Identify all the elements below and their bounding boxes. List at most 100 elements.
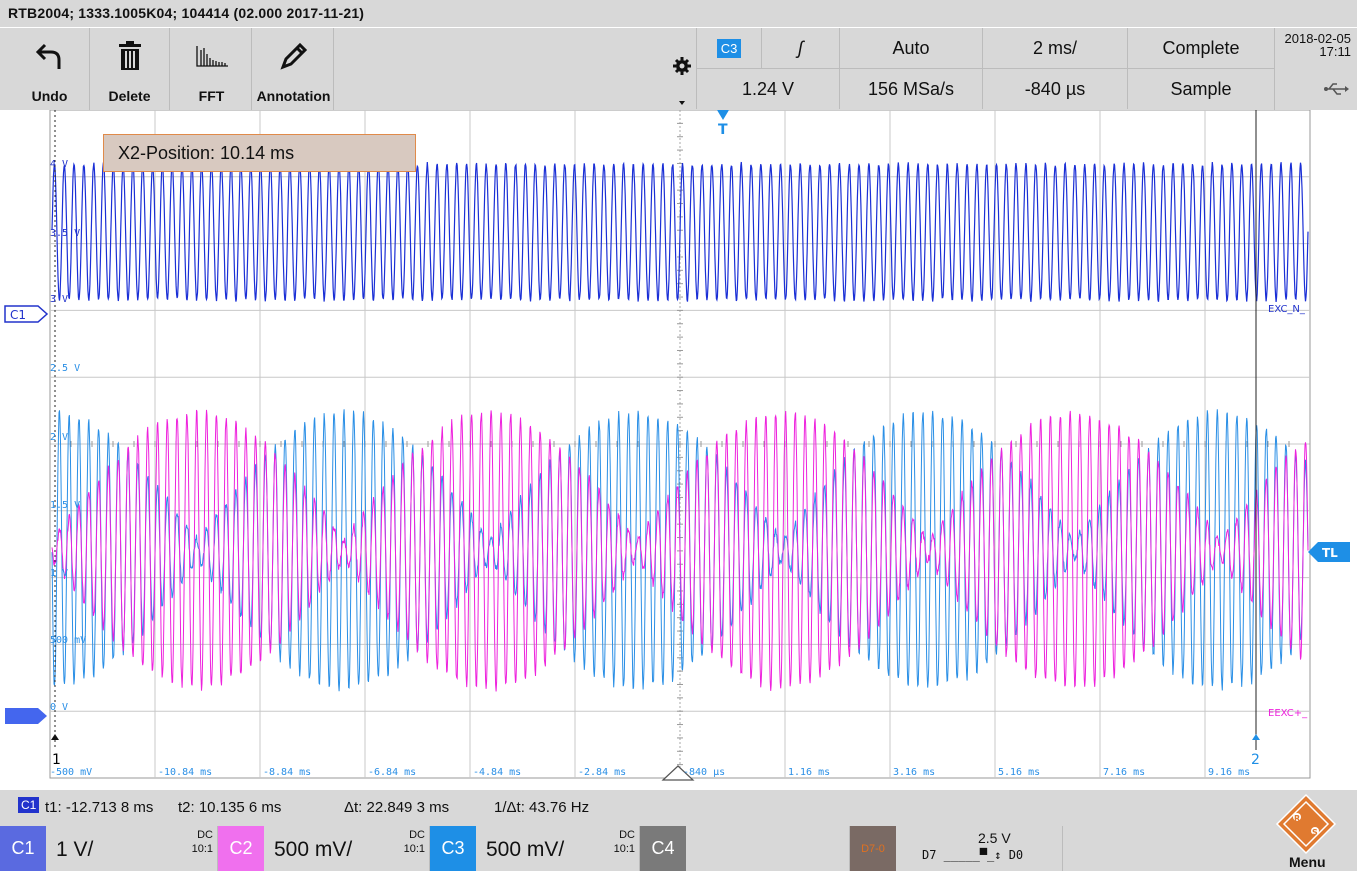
fft-icon bbox=[172, 38, 251, 74]
rising-edge-icon: ʃ bbox=[797, 37, 804, 58]
waveform-display[interactable]: 1 2 T C1 TL EXC_N_ EEXC+_ 4 V 3.5 V 3 V … bbox=[0, 110, 1357, 790]
c2-waveform-label: EEXC+_ bbox=[1268, 708, 1308, 719]
channel-bar: C1 1 V/ DC 10:1 C2 500 mV/ DC 10:1 C3 500 … bbox=[0, 826, 1357, 871]
x-axis-label: 5.16 ms bbox=[998, 767, 1040, 778]
x-axis-label: 9.16 ms bbox=[1208, 767, 1250, 778]
sample-rate[interactable]: 156 MSa/s bbox=[839, 69, 982, 109]
x-axis-label: -840 µs bbox=[683, 767, 725, 778]
trigger-mode[interactable]: Auto bbox=[839, 28, 982, 68]
trash-icon bbox=[90, 38, 169, 74]
channel-c1-coupling: DC 10:1 bbox=[192, 828, 213, 856]
x-axis-label: -6.84 ms bbox=[368, 767, 416, 778]
channel-c3[interactable]: C3 500 mV/ DC 10:1 bbox=[430, 826, 640, 871]
channel-c3-coupling: DC 10:1 bbox=[614, 828, 635, 856]
x-axis-label: -8.84 ms bbox=[263, 767, 311, 778]
channel-c4[interactable]: C4 bbox=[640, 826, 850, 871]
cursor-delta-t: Δt: 22.849 3 ms bbox=[344, 799, 450, 816]
y-label-minus-500mv: -500 mV bbox=[50, 767, 92, 778]
cursor-t2: t2: 10.135 6 ms bbox=[178, 799, 282, 816]
waveform-canvas[interactable]: 1 2 T C1 TL EXC_N_ EEXC+_ 4 V 3.5 V 3 V … bbox=[0, 110, 1357, 790]
x-axis-label: -4.84 ms bbox=[473, 767, 521, 778]
cursor-inverse-delta-t: 1/Δt: 43.76 Hz bbox=[494, 799, 590, 816]
gear-icon bbox=[673, 57, 691, 105]
menu-label: Menu bbox=[1289, 854, 1326, 870]
annotation-label: Annotation bbox=[256, 88, 331, 104]
pencil-icon bbox=[254, 38, 333, 74]
channel-c3-label: C3 bbox=[430, 826, 476, 871]
channel-c3-probe: 10:1 bbox=[613, 843, 635, 855]
x-axis-label: 7.16 ms bbox=[1103, 767, 1145, 778]
channel-c2-probe: 10:1 bbox=[403, 843, 425, 855]
undo-button[interactable]: Undo bbox=[10, 28, 90, 110]
menu-button[interactable]: R S Menu bbox=[1265, 790, 1357, 871]
cursor-1-arrow-icon bbox=[51, 734, 59, 740]
channel-c1-label: C1 bbox=[0, 826, 46, 871]
annotation-button[interactable]: Annotation bbox=[254, 28, 334, 110]
undo-label: Undo bbox=[31, 88, 68, 104]
cursor-1-label: 1 bbox=[52, 752, 61, 768]
trigger-source-badge: C3 bbox=[716, 38, 742, 58]
x-axis-label: 3.16 ms bbox=[893, 767, 935, 778]
channel-c2-coupling-value: DC bbox=[409, 829, 425, 841]
channel-c1-probe: 10:1 bbox=[191, 843, 213, 855]
measurement-source-badge[interactable]: C1 bbox=[18, 797, 40, 813]
channel-c2-label: C2 bbox=[218, 826, 264, 871]
waveform-c2 bbox=[51, 409, 1309, 692]
trigger-edge[interactable]: ʃ bbox=[761, 28, 839, 68]
measurement-bar: C1 t1: -12.713 8 ms t2: 10.135 6 ms Δt: … bbox=[0, 790, 1357, 826]
trigger-position-arrow-icon bbox=[717, 110, 729, 120]
usb-icon bbox=[1274, 68, 1357, 110]
channel-c4-label: C4 bbox=[640, 826, 686, 871]
acquisition-status[interactable]: Complete bbox=[1127, 28, 1274, 68]
cursor-position-readout[interactable]: X2-Position: 10.14 ms bbox=[103, 134, 416, 172]
y-label-c1-bot: 3 V bbox=[50, 294, 68, 305]
x-axis-labels: -10.84 ms -8.84 ms -6.84 ms -4.84 ms -2.84 m… bbox=[158, 767, 1250, 778]
logic-d7-label: D7 bbox=[922, 848, 937, 862]
trigger-level-marker-label: TL bbox=[1322, 546, 1338, 560]
datetime: 2018-02-05 17:11 bbox=[1274, 28, 1357, 68]
y-label-0v: 0 V bbox=[50, 702, 68, 713]
horizontal-offset[interactable]: -840 µs bbox=[982, 69, 1127, 109]
timebase[interactable]: 2 ms/ bbox=[982, 28, 1127, 68]
cursor-2-label: 2 bbox=[1251, 752, 1260, 768]
acquisition-mode[interactable]: Sample bbox=[1127, 69, 1274, 109]
logic-channel[interactable]: D7-0 2.5 V D7 _____▀_↕ D0 bbox=[850, 826, 1063, 871]
time: 17:11 bbox=[1319, 44, 1351, 59]
y-label-1v: 1 V bbox=[50, 568, 68, 579]
cursor-t1: t1: -12.713 8 ms bbox=[45, 799, 154, 816]
svg-text:R: R bbox=[1294, 814, 1300, 823]
fft-label: FFT bbox=[198, 88, 225, 104]
trigger-level[interactable]: 1.24 V bbox=[696, 69, 839, 109]
c1-waveform-label: EXC_N_ bbox=[1268, 304, 1306, 315]
y-label-2-5v: 2.5 V bbox=[50, 363, 80, 374]
trigger-source[interactable]: C3 bbox=[696, 28, 761, 68]
logic-d0-label: D0 bbox=[1008, 848, 1024, 862]
y-label-500mv: 500 mV bbox=[50, 635, 86, 646]
c2-trace bbox=[51, 409, 1309, 692]
channel-c2[interactable]: C2 500 mV/ DC 10:1 bbox=[218, 826, 430, 871]
svg-text:S: S bbox=[1312, 828, 1318, 837]
window-title: RTB2004; 1333.1005K04; 104414 (02.000 20… bbox=[0, 0, 1357, 27]
undo-icon bbox=[10, 38, 89, 74]
settings-gear-button[interactable] bbox=[668, 28, 696, 110]
cursor-2-arrow-icon bbox=[1252, 734, 1260, 740]
logic-threshold: 2.5 V bbox=[978, 830, 1011, 846]
channel-c1-scale: 1 V/ bbox=[56, 838, 94, 861]
y-label-c1-top: 4 V bbox=[50, 159, 68, 170]
logic-channel-label: D7-0 bbox=[850, 826, 896, 871]
y-label-c1-mid: 3.5 V bbox=[50, 228, 80, 239]
logic-bit-range: D7 _____▀_↕ D0 bbox=[922, 848, 1024, 862]
y-label-2v: 2 V bbox=[50, 432, 68, 443]
fft-button[interactable]: FFT bbox=[172, 28, 252, 110]
channel-c3-coupling-value: DC bbox=[619, 829, 635, 841]
c3-offset-marker[interactable] bbox=[5, 708, 47, 724]
x-axis-label: 1.16 ms bbox=[788, 767, 830, 778]
x-axis-label: -10.84 ms bbox=[158, 767, 212, 778]
delete-label: Delete bbox=[108, 88, 151, 104]
channel-c1[interactable]: C1 1 V/ DC 10:1 bbox=[0, 826, 218, 871]
delete-button[interactable]: Delete bbox=[90, 28, 170, 110]
trigger-marker-label: T bbox=[718, 122, 728, 138]
channel-c2-scale: 500 mV/ bbox=[274, 838, 353, 861]
channel-c3-scale: 500 mV/ bbox=[486, 838, 565, 861]
channel-c2-coupling: DC 10:1 bbox=[404, 828, 425, 856]
